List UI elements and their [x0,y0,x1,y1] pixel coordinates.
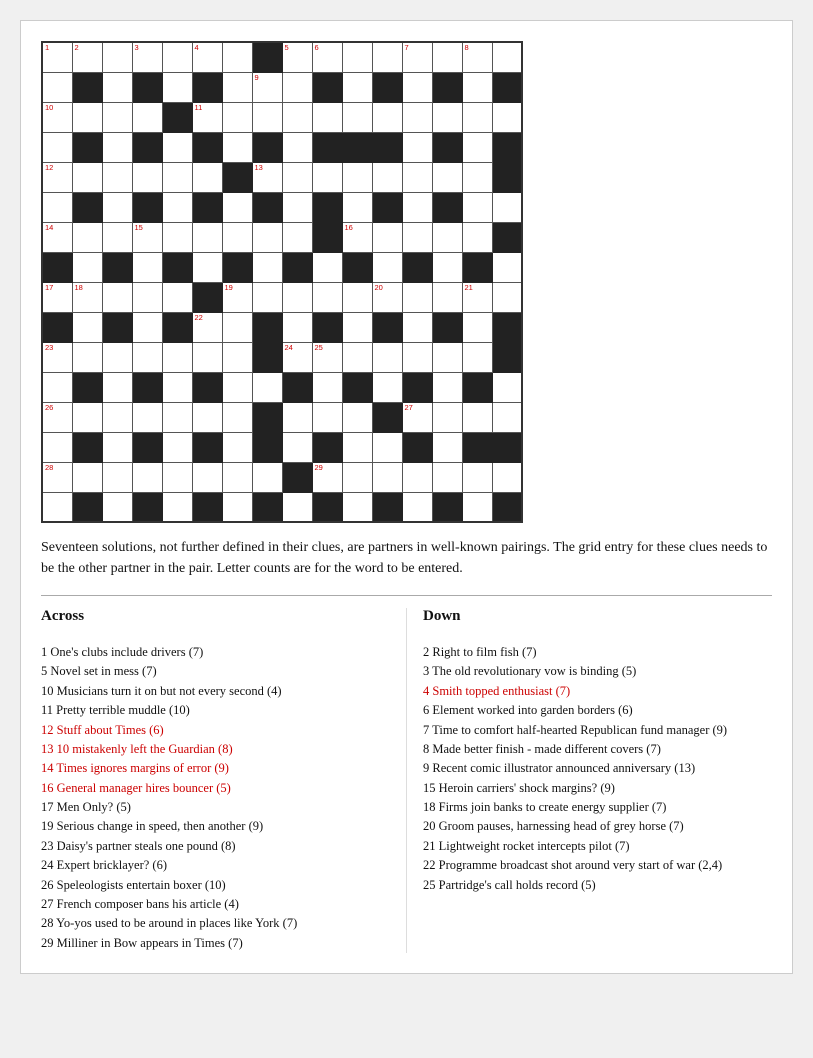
clue-down-21: 21 Lightweight rocket intercepts pilot (… [423,837,772,856]
clues-section: Across 1 One's clubs include drivers (7)… [41,595,772,953]
clue-across-5: 5 Novel set in mess (7) [41,662,390,681]
clue-down-25: 25 Partridge's call holds record (5) [423,876,772,895]
clue-across-28: 28 Yo-yos used to be around in places li… [41,914,390,933]
clue-down-22: 22 Programme broadcast shot around very … [423,856,772,875]
clue-down-8: 8 Made better finish - made different co… [423,740,772,759]
down-col: Down 2 Right to film fish (7) 3 The old … [406,608,772,953]
clue-across-26: 26 Speleologists entertain boxer (10) [41,876,390,895]
clue-across-1: 1 One's clubs include drivers (7) [41,643,390,662]
clue-down-7: 7 Time to comfort half-hearted Republica… [423,721,772,740]
clue-down-3: 3 The old revolutionary vow is binding (… [423,662,772,681]
clue-across-11: 11 Pretty terrible muddle (10) [41,701,390,720]
clue-down-2: 2 Right to film fish (7) [423,643,772,662]
clue-across-13: 13 10 mistakenly left the Guardian (8) [41,740,390,759]
across-col: Across 1 One's clubs include drivers (7)… [41,608,406,953]
clue-down-15: 15 Heroin carriers' shock margins? (9) [423,779,772,798]
description: Seventeen solutions, not further defined… [41,537,772,579]
down-heading: Down [423,608,772,625]
clue-across-16: 16 General manager hires bouncer (5) [41,779,390,798]
clue-down-9: 9 Recent comic illustrator announced ann… [423,759,772,778]
clues-columns: Across 1 One's clubs include drivers (7)… [41,608,772,953]
clue-across-14: 14 Times ignores margins of error (9) [41,759,390,778]
crossword-container: 1 2 3 4 5 6 7 8 [41,41,772,523]
crossword-grid: 1 2 3 4 5 6 7 8 [41,41,523,523]
clue-down-18: 18 Firms join banks to create energy sup… [423,798,772,817]
clue-across-24: 24 Expert bricklayer? (6) [41,856,390,875]
clue-across-27: 27 French composer bans his article (4) [41,895,390,914]
page: 1 2 3 4 5 6 7 8 [20,20,793,974]
clue-across-19: 19 Serious change in speed, then another… [41,817,390,836]
clue-across-23: 23 Daisy's partner steals one pound (8) [41,837,390,856]
clue-across-17: 17 Men Only? (5) [41,798,390,817]
clue-down-4: 4 Smith topped enthusiast (7) [423,682,772,701]
clue-across-29: 29 Milliner in Bow appears in Times (7) [41,934,390,953]
across-heading: Across [41,608,390,625]
clue-across-12: 12 Stuff about Times (6) [41,721,390,740]
clue-down-20: 20 Groom pauses, harnessing head of grey… [423,817,772,836]
clue-down-6: 6 Element worked into garden borders (6) [423,701,772,720]
clue-across-10: 10 Musicians turn it on but not every se… [41,682,390,701]
